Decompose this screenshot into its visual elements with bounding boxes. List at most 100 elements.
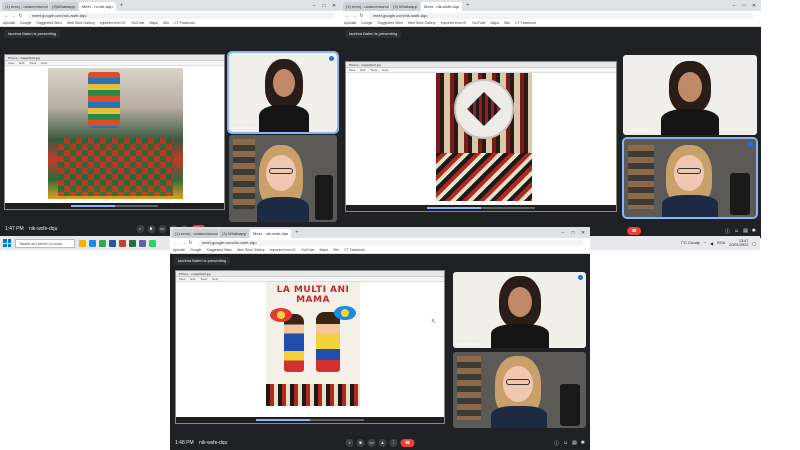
browser-tab-active[interactable]: Meet - nr-wfr-dqu [78, 2, 116, 11]
close-icon[interactable]: ✕ [578, 229, 588, 238]
browser-tab-active[interactable]: Meet - nik-wsfe-dqu [250, 229, 292, 238]
more-options-icon[interactable] [329, 56, 334, 61]
participant-tile[interactable] [453, 352, 586, 428]
reload-icon[interactable]: ↻ [358, 13, 365, 19]
whatsapp-icon[interactable] [149, 239, 156, 247]
close-icon[interactable]: ✕ [749, 2, 759, 11]
browser-tab[interactable]: (3)Whatsapp [49, 2, 78, 11]
bookmark[interactable]: Stiri [163, 21, 169, 25]
new-tab-icon[interactable]: + [117, 2, 127, 11]
bookmark[interactable]: Maps [490, 21, 499, 25]
mic-icon[interactable]: ♪ [345, 439, 354, 447]
url-field[interactable]: meet.google.com/nik-wsfe-dqu [198, 239, 583, 246]
hangup-icon[interactable]: ☎ [627, 227, 641, 235]
forward-icon[interactable]: → [180, 240, 187, 246]
taskbar-clock[interactable]: 13:47 20/01/2022 [729, 239, 748, 248]
url-field[interactable]: meet.google.com/nik-wsfe-dqu [369, 12, 754, 19]
participant-tile[interactable]: Iacrima Baleri [227, 51, 339, 134]
people-icon[interactable]: ☺ [734, 228, 739, 235]
bookmark[interactable]: Stiri [333, 248, 339, 252]
bookmark[interactable]: Maps [149, 21, 158, 25]
edge-icon[interactable] [89, 239, 96, 247]
chat-icon[interactable]: ▤ [743, 228, 748, 235]
bookmark[interactable]: Imported from IE [100, 21, 126, 25]
bookmark[interactable]: Suggested Sites [206, 248, 232, 252]
bookmark[interactable]: Imported from IE [270, 248, 296, 252]
browser-tab[interactable]: (3) Whatsapp [390, 2, 421, 11]
new-tab-icon[interactable]: + [463, 2, 473, 11]
mic-icon[interactable]: ♪ [136, 225, 144, 233]
volume-icon[interactable]: ◀ [710, 241, 713, 246]
video-progress[interactable] [427, 207, 481, 209]
minimize-icon[interactable]: – [729, 2, 739, 11]
bookmark[interactable]: YouTube [301, 248, 315, 252]
new-tab-icon[interactable]: + [292, 229, 302, 238]
bookmark[interactable]: Maps [319, 248, 328, 252]
participant-tile[interactable]: Iacrima Baleri [623, 55, 757, 135]
maximize-icon[interactable]: □ [319, 2, 329, 11]
maximize-icon[interactable]: □ [568, 229, 578, 238]
bookmark[interactable]: Web Slice Gallery [408, 21, 436, 25]
forward-icon[interactable]: → [10, 13, 17, 19]
weather-widget[interactable]: 7°C Cloudy [680, 241, 699, 245]
browser-tab[interactable]: (1) enorj - uolanormunoi... [2, 2, 48, 11]
reload-icon[interactable]: ↻ [17, 13, 24, 19]
bookmark[interactable]: Aplicatii [3, 21, 15, 25]
back-icon[interactable]: ← [173, 240, 180, 246]
camera-icon[interactable]: ■ [356, 439, 365, 447]
info-icon[interactable]: ⓘ [554, 440, 559, 447]
bookmark[interactable]: Aplicatii [344, 21, 356, 25]
participant-tile[interactable] [622, 137, 758, 219]
bookmark[interactable]: Web Slice Gallery [237, 248, 265, 252]
browser-tab-active[interactable]: Meet - nik-wsfe-dqu [421, 2, 463, 11]
video-progress[interactable] [256, 419, 310, 421]
activities-icon[interactable]: ✱ [581, 440, 585, 447]
powerpoint-icon[interactable] [119, 239, 126, 247]
bookmark[interactable]: CT Facebook [515, 21, 536, 25]
chat-icon[interactable]: ▤ [572, 440, 577, 447]
info-icon[interactable]: ⓘ [725, 228, 730, 235]
present-icon[interactable]: ▲ [378, 439, 387, 447]
more-icon[interactable]: ⋮ [389, 439, 398, 447]
participant-tile[interactable]: Iacrima Baleri [453, 272, 586, 348]
bookmark[interactable]: Stiri [504, 21, 510, 25]
url-field[interactable]: meet.google.com/nik-wsfe-dqu [28, 12, 334, 19]
bookmark[interactable]: Aplicatii [173, 248, 185, 252]
notifications-icon[interactable]: ▢ [752, 241, 756, 246]
close-icon[interactable]: ✕ [329, 2, 339, 11]
activities-icon[interactable]: ✱ [752, 228, 756, 235]
bookmark[interactable]: YouTube [131, 21, 145, 25]
reload-icon[interactable]: ↻ [187, 240, 194, 246]
minimize-icon[interactable]: – [558, 229, 568, 238]
more-options-icon[interactable] [578, 275, 583, 280]
bookmark[interactable]: YouTube [472, 21, 486, 25]
bookmark[interactable]: Google [361, 21, 372, 25]
video-progress[interactable] [70, 205, 115, 207]
chrome-icon[interactable] [99, 239, 106, 247]
file-explorer-icon[interactable] [79, 239, 86, 247]
bookmark[interactable]: Imported from IE [441, 21, 467, 25]
bookmark[interactable]: Google [190, 248, 201, 252]
browser-tab[interactable]: (1) enorj - uolanormunoi... [343, 2, 389, 11]
people-icon[interactable]: ☺ [563, 440, 568, 447]
browser-tab[interactable]: (3) Whatsapp [219, 229, 250, 238]
maximize-icon[interactable]: □ [739, 2, 749, 11]
taskbar-search-input[interactable]: Tastati aici pentru a cauta [15, 238, 75, 248]
teams-icon[interactable] [139, 239, 146, 247]
bookmark[interactable]: Google [20, 21, 31, 25]
bookmark[interactable]: CT Facebook [174, 21, 195, 25]
bookmark[interactable]: Suggested Sites [36, 21, 62, 25]
bookmark[interactable]: Web Slice Gallery [67, 21, 95, 25]
captions-icon[interactable]: ▭ [367, 439, 376, 447]
captions-icon[interactable]: ▭ [158, 225, 166, 233]
hangup-icon[interactable]: ☎ [400, 439, 415, 447]
wifi-icon[interactable]: ◔ [704, 241, 706, 245]
language-indicator[interactable]: ROU [717, 241, 725, 245]
more-options-icon[interactable] [748, 142, 753, 147]
browser-tab[interactable]: (1) enorj - uolanormunoi... [172, 229, 218, 238]
bookmark[interactable]: Suggested Sites [377, 21, 403, 25]
windows-start-icon[interactable] [3, 239, 11, 247]
excel-icon[interactable] [129, 239, 136, 247]
participant-tile[interactable] [229, 135, 337, 222]
forward-icon[interactable]: → [351, 13, 358, 19]
